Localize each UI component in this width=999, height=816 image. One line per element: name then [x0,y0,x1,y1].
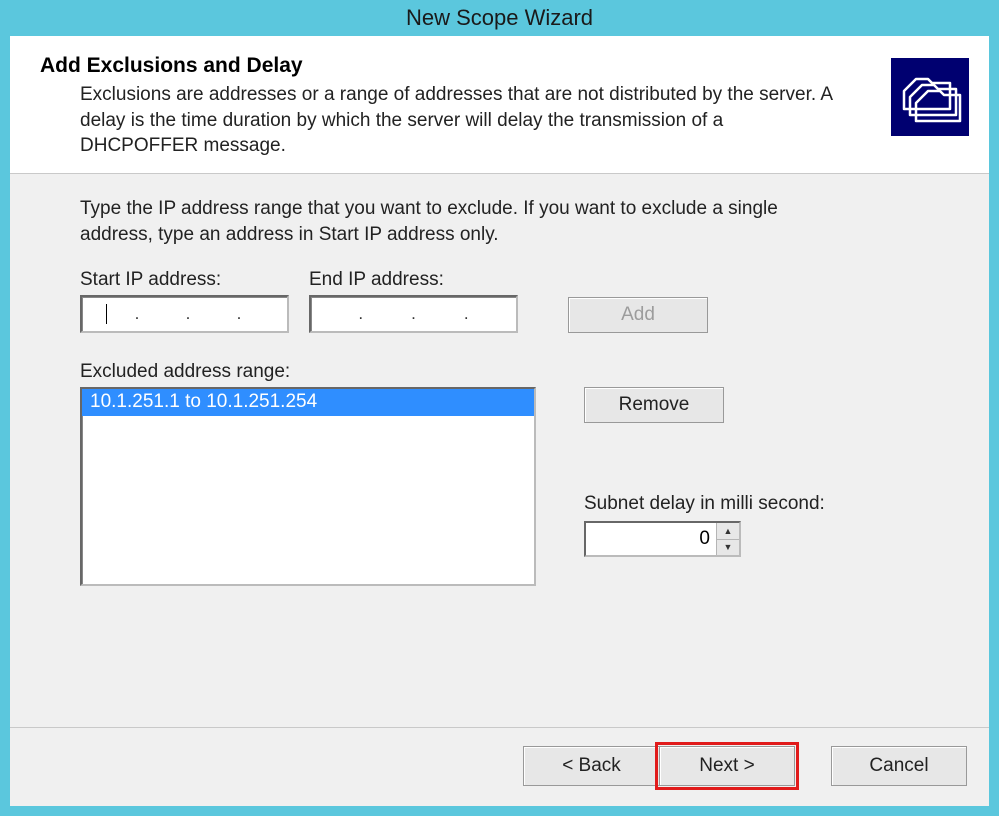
list-item[interactable]: 10.1.251.1 to 10.1.251.254 [82,389,534,416]
subnet-delay-input[interactable] [586,523,716,555]
add-button[interactable]: Add [568,297,708,333]
next-button[interactable]: Next > [659,746,795,786]
start-ip-label: Start IP address: [80,269,289,291]
delay-block: Subnet delay in milli second: ▲ ▼ [584,493,825,557]
end-ip-label: End IP address: [309,269,518,291]
intro-text: Type the IP address range that you want … [80,196,850,247]
wizard-body: Type the IP address range that you want … [10,174,989,727]
delay-label: Subnet delay in milli second: [584,493,825,515]
start-ip-group: Start IP address: ... [80,269,289,333]
excluded-side-column: Remove Subnet delay in milli second: ▲ ▼ [584,387,825,557]
ip-address-row: Start IP address: ... End IP address: ..… [80,269,939,333]
end-ip-input[interactable]: ... [309,295,518,333]
wizard-header: Add Exclusions and Delay Exclusions are … [10,36,989,174]
spinner-up-icon[interactable]: ▲ [717,523,739,540]
page-description: Exclusions are addresses or a range of a… [80,82,840,159]
end-ip-group: End IP address: ... [309,269,518,333]
page-title: Add Exclusions and Delay [40,54,881,78]
header-text: Add Exclusions and Delay Exclusions are … [40,54,891,159]
wizard-window: New Scope Wizard Add Exclusions and Dela… [0,0,999,816]
spinner-arrows: ▲ ▼ [716,523,739,555]
excluded-section: Excluded address range: 10.1.251.1 to 10… [80,361,939,586]
excluded-range-list[interactable]: 10.1.251.1 to 10.1.251.254 [80,387,536,586]
wizard-footer: < Back Next > Cancel [10,727,989,806]
start-ip-input[interactable]: ... [80,295,289,333]
back-button[interactable]: < Back [523,746,659,786]
remove-button[interactable]: Remove [584,387,724,423]
folders-icon [891,58,969,136]
spinner-down-icon[interactable]: ▼ [717,540,739,556]
titlebar: New Scope Wizard [0,0,999,36]
excluded-label: Excluded address range: [80,361,939,383]
nav-buttons: < Back Next > [523,746,795,786]
cancel-button[interactable]: Cancel [831,746,967,786]
window-title: New Scope Wizard [406,5,593,31]
subnet-delay-spinner[interactable]: ▲ ▼ [584,521,741,557]
